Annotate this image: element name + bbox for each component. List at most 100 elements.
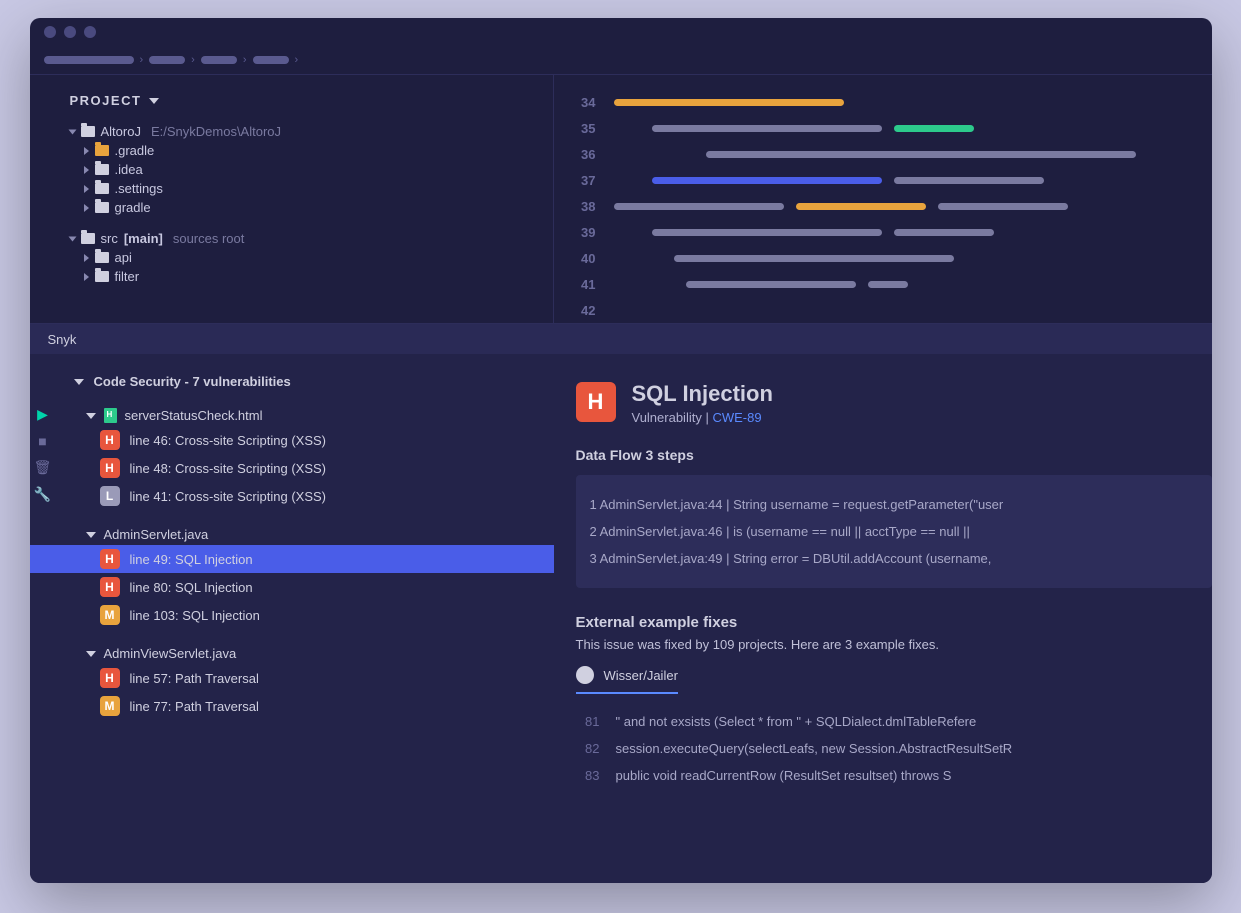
vulnerability-tree: Code Security - 7 vulnerabilities server…: [30, 354, 554, 883]
code-line[interactable]: 35: [572, 115, 1194, 141]
crumb[interactable]: [253, 56, 289, 64]
chevron-right-icon: ›: [140, 54, 144, 66]
folder-icon: [95, 202, 109, 213]
folder-icon: [81, 233, 95, 244]
severity-icon: H: [100, 577, 120, 597]
github-icon: [576, 666, 594, 684]
flow-step[interactable]: 1 AdminServlet.java:44 | String username…: [590, 491, 1198, 518]
flow-step[interactable]: 3 AdminServlet.java:49 | String error = …: [590, 545, 1198, 572]
file-group-header[interactable]: serverStatusCheck.html: [86, 405, 536, 426]
crumb[interactable]: [201, 56, 237, 64]
crumb[interactable]: [44, 56, 134, 64]
stop-icon[interactable]: ■: [38, 433, 46, 449]
tree-label: src: [101, 231, 118, 246]
repo-name: Wisser/Jailer: [604, 668, 678, 683]
tree-caret-icon: [84, 204, 89, 212]
folder-icon: [95, 271, 109, 282]
finding-row[interactable]: Hline 57: Path Traversal: [74, 664, 536, 692]
tree-item[interactable]: api: [70, 248, 535, 267]
tree-item[interactable]: .settings: [70, 179, 535, 198]
wrench-icon[interactable]: 🔧: [34, 486, 51, 503]
play-icon[interactable]: ▶: [37, 406, 48, 423]
tree-item[interactable]: src [main] sources root: [70, 229, 535, 248]
breadcrumb: › › › ›: [30, 46, 1212, 74]
tree-label: .idea: [115, 162, 143, 177]
file-name: AdminServlet.java: [104, 527, 209, 542]
tree-item[interactable]: gradle: [70, 198, 535, 217]
vulnerability-subtitle: Vulnerability | CWE-89: [632, 410, 773, 425]
chevron-right-icon: ›: [191, 54, 195, 66]
finding-label: line 48: Cross-site Scripting (XSS): [130, 461, 327, 476]
code-line[interactable]: 41: [572, 271, 1194, 297]
tree-label: filter: [115, 269, 140, 284]
finding-label: line 49: SQL Injection: [130, 552, 253, 567]
snyk-tab[interactable]: Snyk: [30, 324, 1212, 354]
code-line[interactable]: 37: [572, 167, 1194, 193]
cwe-link[interactable]: CWE-89: [712, 410, 761, 425]
finding-label: line 46: Cross-site Scripting (XSS): [130, 433, 327, 448]
code-line[interactable]: 34: [572, 89, 1194, 115]
finding-row[interactable]: Hline 49: SQL Injection: [30, 545, 554, 573]
tree-item[interactable]: filter: [70, 267, 535, 286]
finding-row[interactable]: Mline 77: Path Traversal: [74, 692, 536, 720]
file-group-header[interactable]: AdminServlet.java: [86, 524, 536, 545]
chevron-down-icon: [86, 651, 96, 657]
finding-row[interactable]: Hline 46: Cross-site Scripting (XSS): [74, 426, 536, 454]
code-line[interactable]: 39: [572, 219, 1194, 245]
project-header[interactable]: PROJECT: [70, 93, 535, 108]
data-flow-box: 1 AdminServlet.java:44 | String username…: [576, 475, 1212, 588]
file-icon: [104, 408, 117, 423]
tool-strip: ▶ ■ 🗑 🔧: [30, 398, 56, 503]
security-header-label: Code Security - 7 vulnerabilities: [94, 374, 291, 389]
tree-caret-icon: [68, 129, 76, 134]
security-header[interactable]: Code Security - 7 vulnerabilities: [74, 374, 536, 389]
vulnerability-title: SQL Injection: [632, 382, 773, 406]
flow-step[interactable]: 2 AdminServlet.java:46 | is (username ==…: [590, 518, 1198, 545]
project-panel: PROJECT AltoroJE:/SnykDemos\AltoroJ .grad…: [30, 75, 554, 323]
line-number: 40: [572, 251, 596, 266]
line-number: 39: [572, 225, 596, 240]
fix-code-line: 83 public void readCurrentRow (ResultSet…: [576, 762, 1212, 789]
finding-row[interactable]: Hline 80: SQL Injection: [74, 573, 536, 601]
window-dot[interactable]: [44, 26, 56, 38]
line-number: 35: [572, 121, 596, 136]
code-line[interactable]: 38: [572, 193, 1194, 219]
fix-repo-link[interactable]: Wisser/Jailer: [576, 666, 678, 694]
file-name: serverStatusCheck.html: [125, 408, 263, 423]
finding-label: line 57: Path Traversal: [130, 671, 259, 686]
ide-window: › › › › PROJECT AltoroJE:/SnykDemos\Alto…: [30, 18, 1212, 883]
file-group-header[interactable]: AdminViewServlet.java: [86, 643, 536, 664]
severity-icon: M: [100, 696, 120, 716]
fixes-subtitle: This issue was fixed by 109 projects. He…: [576, 637, 1212, 652]
severity-badge: H: [576, 382, 616, 422]
chevron-down-icon: [149, 98, 159, 104]
chevron-right-icon: ›: [243, 54, 247, 66]
finding-row[interactable]: Mline 103: SQL Injection: [74, 601, 536, 629]
code-editor[interactable]: 34 35 36 37 38 39 40 4142: [554, 75, 1212, 323]
tree-item[interactable]: .gradle: [70, 141, 535, 160]
folder-icon: [95, 183, 109, 194]
code-line[interactable]: 42: [572, 297, 1194, 323]
data-flow-title: Data Flow 3 steps: [576, 447, 1212, 463]
finding-row[interactable]: Lline 41: Cross-site Scripting (XSS): [74, 482, 536, 510]
window-dot[interactable]: [64, 26, 76, 38]
fix-code-line: 82session.executeQuery(selectLeafs, new …: [576, 735, 1212, 762]
trash-icon[interactable]: 🗑: [34, 459, 52, 476]
finding-row[interactable]: Hline 48: Cross-site Scripting (XSS): [74, 454, 536, 482]
window-dot[interactable]: [84, 26, 96, 38]
line-number: 37: [572, 173, 596, 188]
severity-icon: H: [100, 549, 120, 569]
code-line[interactable]: 40: [572, 245, 1194, 271]
line-number: 38: [572, 199, 596, 214]
folder-icon: [95, 252, 109, 263]
crumb[interactable]: [149, 56, 185, 64]
tree-item[interactable]: .idea: [70, 160, 535, 179]
tree-item[interactable]: AltoroJE:/SnykDemos\AltoroJ: [70, 122, 535, 141]
code-line[interactable]: 36: [572, 141, 1194, 167]
tree-caret-icon: [84, 147, 89, 155]
tree-caret-icon: [68, 236, 76, 241]
severity-icon: H: [100, 430, 120, 450]
tree-caret-icon: [84, 254, 89, 262]
titlebar: [30, 18, 1212, 46]
tree-label: .gradle: [115, 143, 155, 158]
